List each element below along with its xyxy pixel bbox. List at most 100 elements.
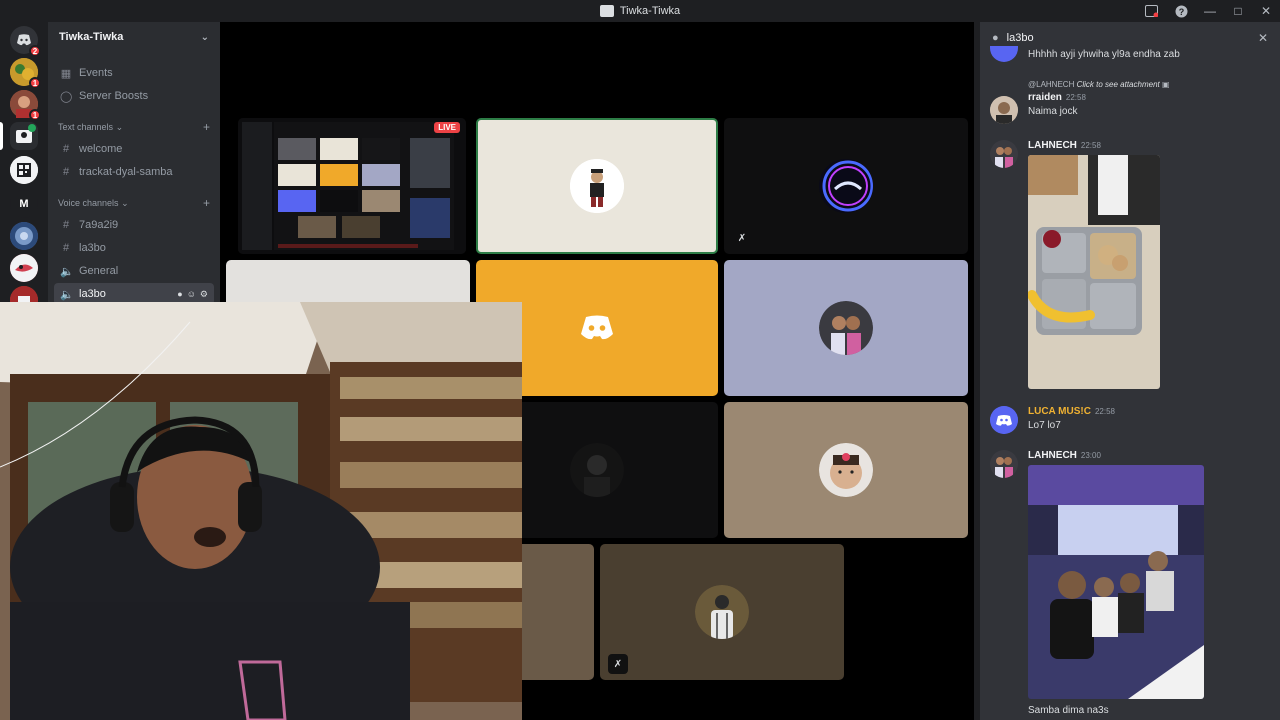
food-photo [1028, 155, 1160, 389]
server-icon-m[interactable]: M [10, 190, 38, 218]
hashtag-icon: # [62, 166, 70, 178]
video-tile[interactable]: ✗ [724, 118, 968, 254]
close-window-button[interactable]: ✕ [1252, 0, 1280, 22]
avatar [819, 443, 873, 497]
discord-logo-icon [581, 315, 613, 340]
server-icon-active[interactable] [10, 122, 38, 150]
message-time: 22:58 [1080, 141, 1101, 150]
video-tile[interactable]: ✗ [600, 544, 844, 680]
reply-preview[interactable]: @LAHNECH Click to see attachment ▣ [1028, 80, 1270, 89]
category-text[interactable]: Text channels ⌄ + [48, 117, 220, 137]
channel-label: la3bo [79, 288, 106, 300]
notification-badge: 1 [29, 77, 41, 89]
avatar [695, 585, 749, 639]
screenshare-preview [238, 118, 466, 254]
group-photo [1028, 465, 1204, 699]
message: LUCA MUS!C 22:58 Lo7 lo7 [990, 406, 1270, 434]
live-badge: LIVE [434, 122, 460, 133]
server-boosts-item[interactable]: ◯ Server Boosts [54, 85, 214, 107]
chevron-down-icon: ⌄ [200, 31, 209, 43]
message: LAHNECH 23:00 Samba dima na3s [990, 450, 1270, 716]
minimize-button[interactable]: — [1196, 0, 1224, 22]
video-tile-speaking[interactable] [476, 118, 718, 254]
gear-icon[interactable]: ⚙ [200, 289, 208, 300]
webcam-feed [0, 302, 522, 720]
avatar [990, 450, 1018, 478]
channel-label: General [79, 265, 119, 277]
channel-label: la3bo [79, 242, 106, 254]
avatar [990, 406, 1018, 434]
events-label: Events [79, 67, 113, 79]
close-chat-button[interactable]: ✕ [1258, 31, 1268, 45]
message-time: 22:58 [1094, 407, 1115, 416]
message-author[interactable]: LAHNECH [1028, 140, 1077, 151]
video-tile[interactable] [724, 402, 968, 538]
server-icon[interactable] [10, 222, 38, 250]
boosts-label: Server Boosts [79, 90, 149, 102]
events-item[interactable]: ▦ Events [54, 62, 214, 84]
voice-channel-la3bo-text[interactable]: # la3bo [54, 237, 214, 259]
speaker-icon: 🔈 [60, 265, 74, 278]
server-icon[interactable] [10, 156, 38, 184]
add-channel-icon[interactable]: + [203, 196, 210, 210]
home-button[interactable]: 2 [10, 26, 41, 57]
reply-author: @LAHNECH [1028, 80, 1075, 89]
active-server-indicator [0, 122, 3, 150]
channel-welcome[interactable]: # welcome [54, 138, 214, 160]
chevron-down-icon: ⌄ [121, 197, 129, 208]
video-tile[interactable] [510, 544, 594, 680]
chat-bubble-icon: ● [992, 32, 999, 44]
video-tile[interactable] [724, 260, 968, 396]
avatar [990, 46, 1018, 62]
boost-icon: ◯ [60, 90, 73, 103]
avatar [570, 443, 624, 497]
channel-label: 7a9a2i9 [79, 219, 119, 231]
message-text: Samba dima na3s [1028, 705, 1109, 716]
chevron-down-icon: ⌄ [115, 121, 124, 132]
hashtag-icon: # [62, 219, 70, 231]
window-title-text: Tiwka-Tiwka [619, 5, 681, 17]
category-voice-label: Voice channels [58, 197, 119, 208]
message-time: 23:00 [1080, 451, 1101, 460]
webcam-image [0, 302, 522, 720]
chat-bubble-icon[interactable]: ● [177, 289, 182, 300]
voice-channel-7a9a2i9[interactable]: # 7a9a2i9 [54, 214, 214, 236]
help-icon[interactable]: ? [1172, 2, 1190, 20]
message-text: Naima jock [1028, 106, 1078, 117]
voice-channel-general[interactable]: 🔈 General [54, 260, 214, 282]
message: Hhhhh ayji yhwiha yl9a endha zab [990, 46, 1270, 62]
invite-icon[interactable]: ☺ [187, 289, 196, 300]
image-icon: ▣ [1161, 80, 1170, 89]
server-icon[interactable] [10, 254, 38, 282]
app-logo-icon [599, 5, 614, 17]
server-icon[interactable]: 1 [10, 90, 41, 121]
hashtag-icon: # [62, 242, 70, 254]
message-author[interactable]: LAHNECH [1028, 450, 1077, 461]
avatar [819, 301, 873, 355]
calendar-icon: ▦ [60, 67, 72, 80]
chat-panel: ● la3bo ✕ Hhhhh ayji yhwiha yl9a endha z… [980, 22, 1280, 720]
category-text-label: Text channels [58, 121, 114, 132]
muted-icon: ✗ [737, 232, 747, 244]
message-author[interactable]: LUCA MUS!C [1028, 406, 1091, 417]
message-time: 22:58 [1065, 93, 1086, 102]
message: @LAHNECH Click to see attachment ▣ rraid… [990, 80, 1270, 124]
guild-name: Tiwka-Tiwka [59, 31, 124, 43]
muted-icon: ✗ [608, 654, 628, 674]
inbox-icon[interactable] [1142, 2, 1160, 20]
notification-badge: 1 [29, 109, 41, 121]
svg-text:?: ? [1178, 7, 1184, 17]
image-attachment[interactable] [1028, 465, 1204, 699]
chat-channel-name: la3bo [1006, 32, 1034, 44]
message-author[interactable]: rraiden [1028, 92, 1062, 103]
image-attachment[interactable] [1028, 155, 1160, 389]
maximize-button[interactable]: □ [1224, 0, 1252, 22]
message-text: Lo7 lo7 [1028, 420, 1061, 431]
screenshare-tile[interactable]: LIVE [238, 118, 466, 254]
category-voice[interactable]: Voice channels ⌄ + [48, 193, 220, 213]
guild-header[interactable]: Tiwka-Tiwka ⌄ [48, 22, 220, 52]
add-channel-icon[interactable]: + [203, 120, 210, 134]
server-icon[interactable]: 1 [10, 58, 41, 89]
reply-text: Click to see attachment [1076, 80, 1160, 89]
channel-trackat-dyal-samba[interactable]: # trackat-dyal-samba [54, 161, 214, 183]
